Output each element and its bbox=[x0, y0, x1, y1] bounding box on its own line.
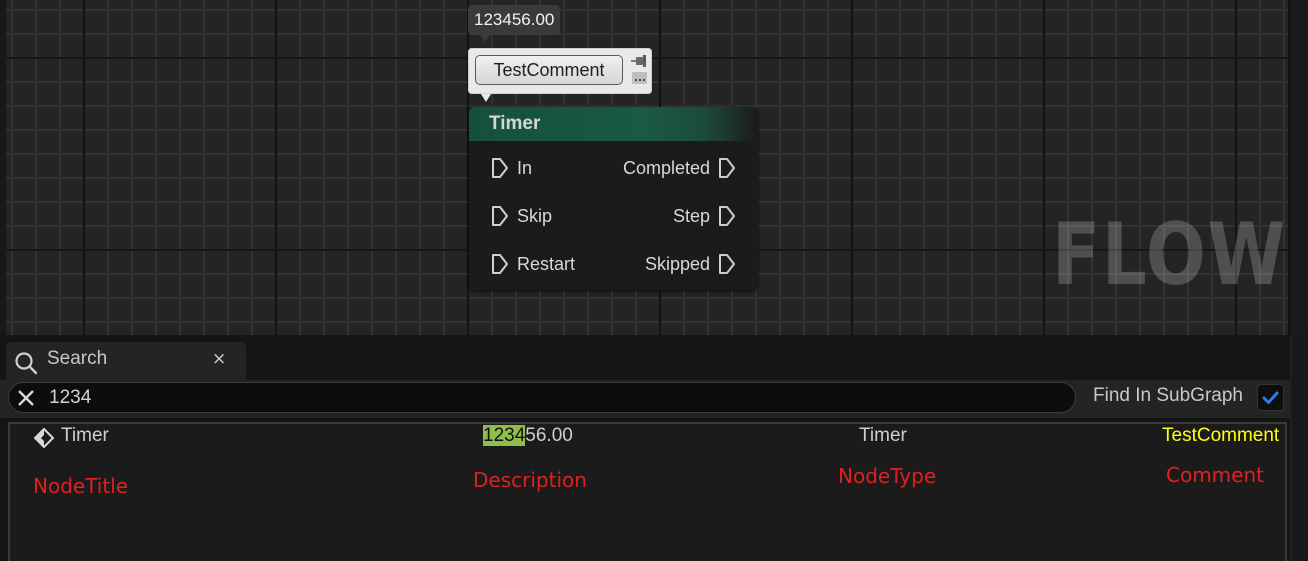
input-pin-restart[interactable]: Restart bbox=[491, 249, 575, 279]
input-pin-skip[interactable]: Skip bbox=[491, 201, 552, 231]
pin-label: Skip bbox=[517, 205, 553, 226]
description-rest: 56.00 bbox=[525, 425, 573, 446]
flow-watermark: FLOW bbox=[1052, 205, 1287, 305]
annotation-comment: Comment bbox=[1166, 463, 1264, 487]
result-comment: TestComment bbox=[1162, 425, 1280, 446]
graph-left-border bbox=[0, 0, 6, 335]
result-node-title: Timer bbox=[61, 425, 109, 446]
clear-icon[interactable] bbox=[17, 389, 35, 407]
output-pin-step[interactable]: Step bbox=[673, 201, 736, 231]
pin-label: Skipped bbox=[644, 253, 710, 274]
result-node-type: Timer bbox=[859, 425, 907, 446]
search-bar: Find In SubGraph bbox=[0, 380, 1290, 418]
checkmark-icon bbox=[1262, 391, 1279, 404]
search-results-list: Timer 123456.00 Timer TestComment NodeTi… bbox=[8, 422, 1287, 561]
pin-row: Restart Skipped bbox=[469, 249, 758, 279]
pin-label: Restart bbox=[517, 253, 576, 274]
exec-pin-icon[interactable] bbox=[491, 157, 509, 179]
result-row[interactable]: Timer 123456.00 Timer TestComment bbox=[10, 424, 1285, 448]
description-bubble: 123456.00 bbox=[468, 5, 561, 42]
search-panel: Search × Find In SubGraph Timer 123456.0… bbox=[0, 335, 1308, 561]
input-pin-in[interactable]: In bbox=[491, 153, 532, 183]
comment-text-field[interactable]: TestComment bbox=[475, 55, 623, 85]
comment-bubble: TestComment bbox=[468, 48, 652, 102]
pin-row: In Completed bbox=[469, 153, 758, 183]
pin-label: Step bbox=[672, 205, 710, 226]
node-title: Timer bbox=[489, 113, 541, 134]
exec-pin-icon[interactable] bbox=[718, 157, 736, 179]
exec-pin-icon[interactable] bbox=[718, 253, 736, 275]
exec-pin-icon[interactable] bbox=[491, 205, 509, 227]
find-in-subgraph-label: Find In SubGraph bbox=[1093, 385, 1243, 406]
result-description: 123456.00 bbox=[483, 424, 573, 448]
close-icon[interactable]: × bbox=[212, 342, 226, 369]
find-in-subgraph-checkbox[interactable] bbox=[1257, 384, 1284, 411]
annotation-node-type: NodeType bbox=[838, 464, 937, 488]
search-input[interactable] bbox=[49, 383, 1049, 412]
node-icon bbox=[34, 428, 54, 448]
exec-pin-icon[interactable] bbox=[718, 205, 736, 227]
pin-row: Skip Step bbox=[469, 201, 758, 231]
tab-search[interactable]: Search × bbox=[6, 342, 246, 380]
output-pin-skipped[interactable]: Skipped bbox=[645, 249, 736, 279]
search-field[interactable] bbox=[8, 382, 1076, 413]
search-icon bbox=[15, 352, 38, 375]
annotation-node-title: NodeTitle bbox=[33, 474, 129, 498]
comment-options-icon[interactable] bbox=[632, 72, 647, 84]
tab-label: Search bbox=[47, 348, 108, 369]
exec-pin-icon[interactable] bbox=[491, 253, 509, 275]
panel-right-border bbox=[1290, 335, 1308, 561]
annotation-description: Description bbox=[473, 468, 587, 492]
timer-node[interactable]: Timer In Completed Skip Step Restart Ski… bbox=[469, 107, 758, 290]
graph-right-border bbox=[1288, 0, 1308, 335]
graph-canvas[interactable]: FLOW 123456.00 TestComment Timer In Comp… bbox=[0, 0, 1308, 335]
output-pin-completed[interactable]: Completed bbox=[623, 153, 736, 183]
pin-label: Completed bbox=[622, 157, 710, 178]
pin-icon[interactable] bbox=[631, 55, 647, 67]
match-highlight: 1234 bbox=[483, 425, 526, 446]
node-header: Timer bbox=[469, 107, 758, 141]
pin-label: In bbox=[517, 157, 533, 178]
